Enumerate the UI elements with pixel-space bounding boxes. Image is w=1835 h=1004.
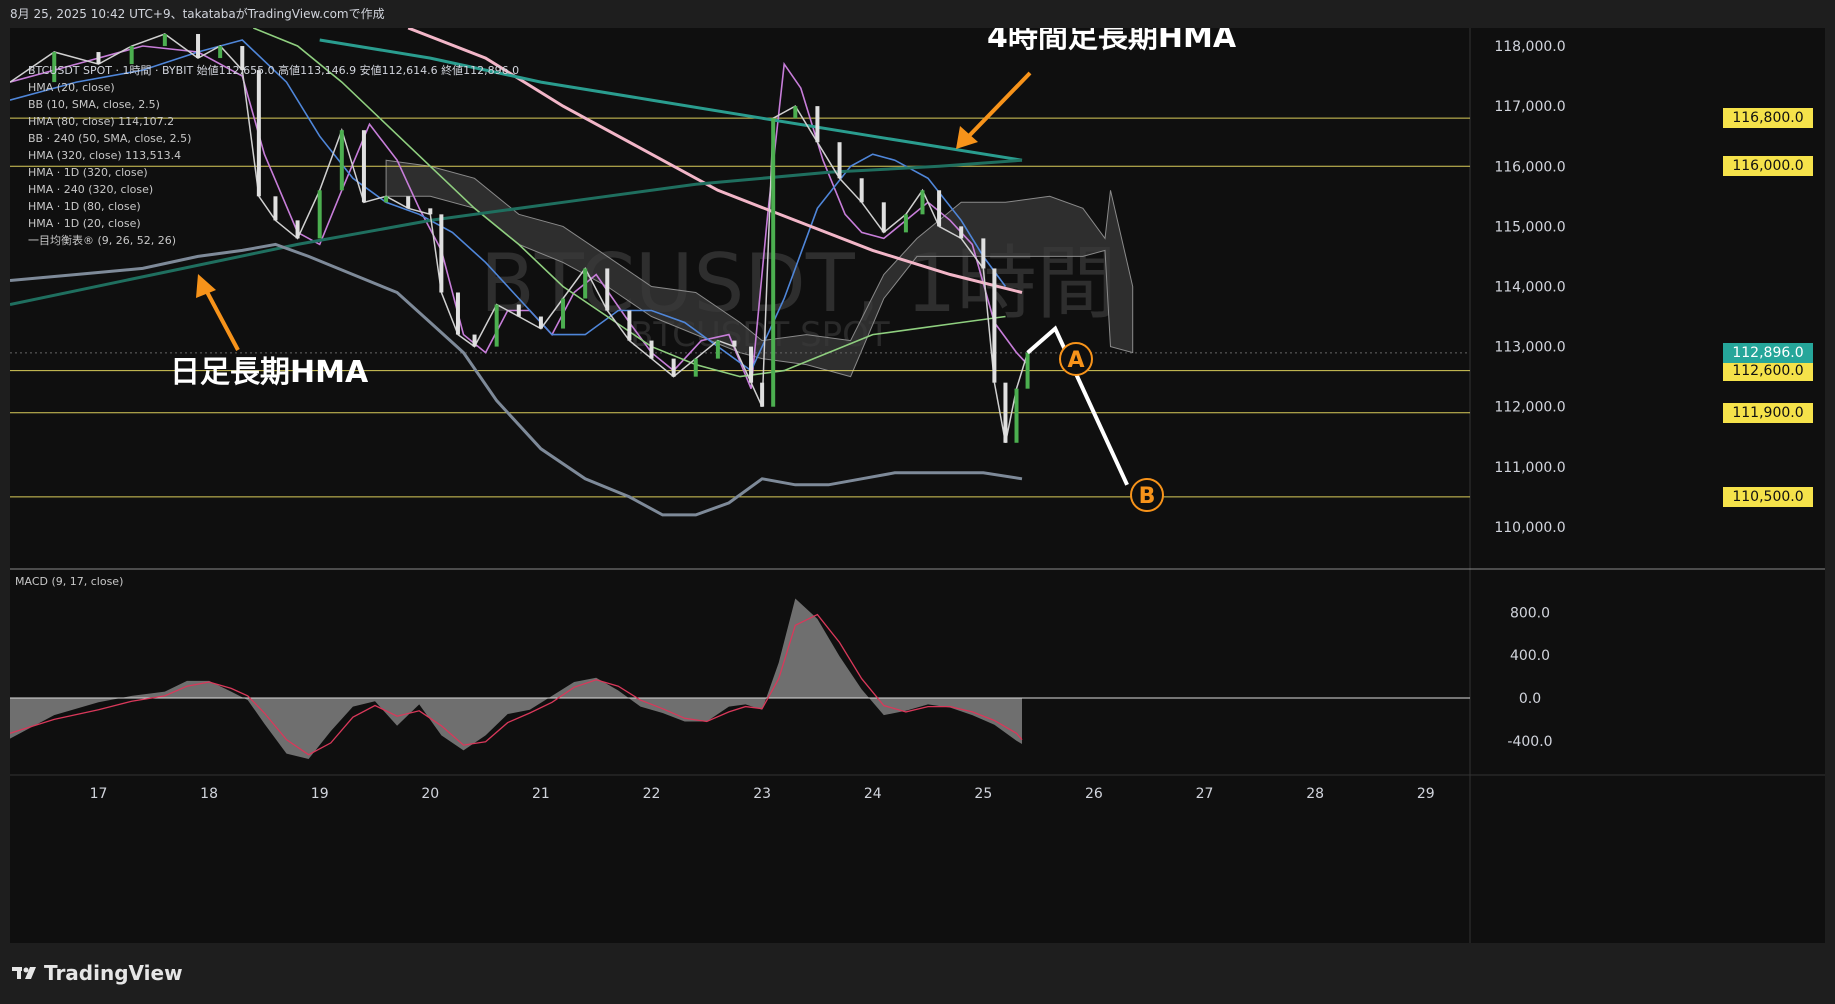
tradingview-logo[interactable]: TradingView <box>12 961 183 985</box>
candle <box>760 382 765 407</box>
legend-row[interactable]: BB (10, SMA, close, 2.5) <box>28 96 519 113</box>
time-tick-label: 28 <box>1306 786 1324 802</box>
chart-frame[interactable]: BTCUSDT, 1時間 BTCUSDT SPOT 118,000.0 117,0… <box>10 28 1825 943</box>
candle <box>196 34 201 59</box>
price-tick-label: 115,000.0 <box>1494 219 1565 235</box>
time-tick-label: 24 <box>864 786 882 802</box>
candle <box>992 268 997 383</box>
legend-row[interactable]: HMA · 1D (320, close) <box>28 164 519 181</box>
time-tick-label: 20 <box>421 786 439 802</box>
candle <box>837 142 842 179</box>
legend-row[interactable]: HMA (320, close) 113,513.4 <box>28 147 519 164</box>
price-tick-label: 111,000.0 <box>1494 460 1565 476</box>
candle <box>455 292 460 335</box>
macd-tick-label: 0.0 <box>1519 691 1541 707</box>
candle <box>881 202 886 233</box>
time-tick-label: 22 <box>643 786 661 802</box>
price-tick-label: 112,000.0 <box>1494 400 1565 416</box>
legend-row[interactable]: HMA · 1D (20, close) <box>28 215 519 232</box>
chart-header: 8月 25, 2025 10:42 UTC+9、takatabaがTrading… <box>10 7 385 21</box>
candle <box>903 214 908 233</box>
candle <box>649 340 654 359</box>
level-price-tag[interactable]: 110,500.0 <box>1723 486 1813 507</box>
candle <box>627 310 632 341</box>
level-price-tag[interactable]: 116,000.0 <box>1723 156 1813 177</box>
price-tick-label: 114,000.0 <box>1494 279 1565 295</box>
svg-text:B: B <box>1139 484 1156 509</box>
time-tick-label: 25 <box>974 786 992 802</box>
tradingview-logo-text: TradingView <box>44 961 183 985</box>
level-price-tag[interactable]: 116,800.0 <box>1723 108 1813 129</box>
time-tick-label: 18 <box>200 786 218 802</box>
candle <box>671 358 676 377</box>
legend-row[interactable]: BTCUSDT SPOT · 1時間 · BYBIT 始値112,655.0 高… <box>28 62 519 79</box>
footer-bar <box>0 943 1835 1004</box>
candle <box>494 304 499 347</box>
price-tick-label: 113,000.0 <box>1494 340 1565 356</box>
candle <box>715 340 720 359</box>
candle <box>516 304 521 317</box>
candle <box>605 268 610 311</box>
candle <box>793 106 798 119</box>
time-tick-label: 17 <box>90 786 108 802</box>
time-tick-label: 29 <box>1417 786 1435 802</box>
legend-row[interactable]: HMA · 1D (80, close) <box>28 198 519 215</box>
level-price-tag[interactable]: 111,900.0 <box>1723 402 1813 423</box>
current-price-tag[interactable]: 112,896.0 <box>1723 342 1813 363</box>
candle <box>162 34 167 47</box>
macd-tick-label: -400.0 <box>1507 734 1552 750</box>
time-tick-label: 27 <box>1196 786 1214 802</box>
candle <box>693 358 698 377</box>
legend-row[interactable]: HMA (20, close) <box>28 79 519 96</box>
price-tick-label: 118,000.0 <box>1494 39 1565 55</box>
price-tick-label: 117,000.0 <box>1494 99 1565 115</box>
macd-tick-label: 800.0 <box>1510 605 1550 621</box>
legend-row[interactable]: HMA · 240 (320, close) <box>28 181 519 198</box>
macd-legend: MACD (9, 17, close) <box>15 575 124 588</box>
annotation-daily-hma: 日足長期HMA <box>170 355 369 390</box>
candle <box>815 106 820 143</box>
time-tick-label: 26 <box>1085 786 1103 802</box>
legend-row[interactable]: 一目均衡表® (9, 26, 52, 26) <box>28 232 519 249</box>
candle <box>771 118 776 407</box>
candle <box>749 346 754 383</box>
candle <box>981 238 986 269</box>
marker-b: B <box>1130 478 1164 512</box>
candle <box>538 316 543 329</box>
candle <box>732 340 737 347</box>
annotation-h4-hma: 4時間足長期HMA <box>987 28 1237 55</box>
time-tick-label: 19 <box>311 786 329 802</box>
candle <box>1003 382 1008 443</box>
candle <box>583 268 588 299</box>
price-tick-label: 110,000.0 <box>1494 520 1565 536</box>
level-price-tag[interactable]: 112,600.0 <box>1723 360 1813 381</box>
legend-row[interactable]: HMA (80, close) 114,107.2 <box>28 113 519 130</box>
candle <box>920 190 925 215</box>
candle <box>561 298 566 329</box>
candle <box>859 178 864 203</box>
candle <box>937 190 942 227</box>
candle <box>1025 352 1030 389</box>
legend-row[interactable]: BB · 240 (50, SMA, close, 2.5) <box>28 130 519 147</box>
indicator-legend: BTCUSDT SPOT · 1時間 · BYBIT 始値112,655.0 高… <box>28 62 519 249</box>
price-tick-label: 116,000.0 <box>1494 159 1565 175</box>
macd-tick-label: 400.0 <box>1510 648 1550 664</box>
svg-text:A: A <box>1067 348 1084 373</box>
time-tick-label: 21 <box>532 786 550 802</box>
candle <box>472 334 477 347</box>
candle <box>959 226 964 239</box>
tradingview-logo-icon <box>12 967 36 979</box>
time-tick-label: 23 <box>753 786 771 802</box>
candle <box>218 46 223 59</box>
marker-a: A <box>1059 342 1093 376</box>
candle <box>1014 388 1019 443</box>
